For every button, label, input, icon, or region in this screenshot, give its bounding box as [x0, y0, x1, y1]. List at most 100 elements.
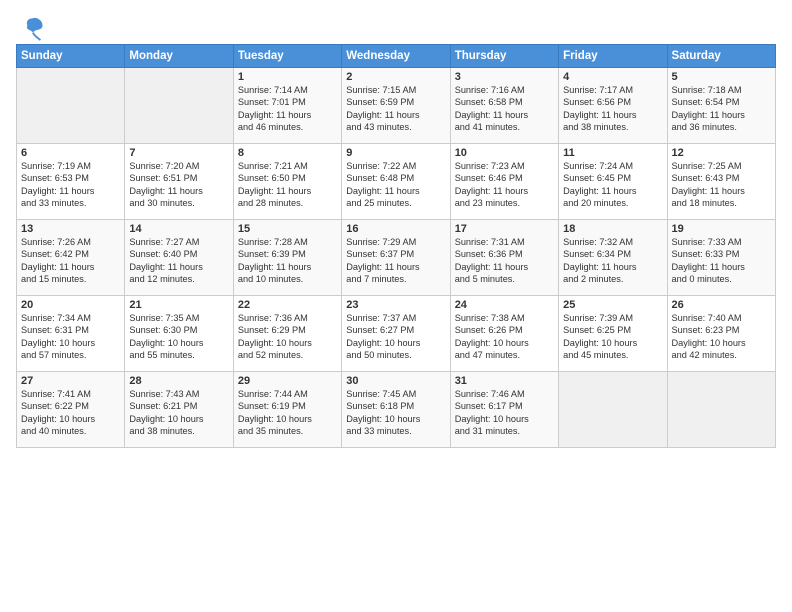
cell-content: Sunrise: 7:21 AM Sunset: 6:50 PM Dayligh… [238, 160, 337, 210]
calendar-cell: 5Sunrise: 7:18 AM Sunset: 6:54 PM Daylig… [667, 68, 775, 144]
cell-content: Sunrise: 7:32 AM Sunset: 6:34 PM Dayligh… [563, 236, 662, 286]
calendar-cell: 30Sunrise: 7:45 AM Sunset: 6:18 PM Dayli… [342, 372, 450, 448]
calendar-cell: 25Sunrise: 7:39 AM Sunset: 6:25 PM Dayli… [559, 296, 667, 372]
day-number: 31 [455, 375, 554, 387]
weekday-header-row: SundayMondayTuesdayWednesdayThursdayFrid… [17, 45, 776, 68]
cell-content: Sunrise: 7:46 AM Sunset: 6:17 PM Dayligh… [455, 388, 554, 438]
calendar-cell: 4Sunrise: 7:17 AM Sunset: 6:56 PM Daylig… [559, 68, 667, 144]
cell-content: Sunrise: 7:15 AM Sunset: 6:59 PM Dayligh… [346, 84, 445, 134]
calendar-cell: 10Sunrise: 7:23 AM Sunset: 6:46 PM Dayli… [450, 144, 558, 220]
day-number: 14 [129, 223, 228, 235]
cell-content: Sunrise: 7:26 AM Sunset: 6:42 PM Dayligh… [21, 236, 120, 286]
calendar-cell [667, 372, 775, 448]
day-number: 17 [455, 223, 554, 235]
cell-content: Sunrise: 7:45 AM Sunset: 6:18 PM Dayligh… [346, 388, 445, 438]
calendar-cell: 24Sunrise: 7:38 AM Sunset: 6:26 PM Dayli… [450, 296, 558, 372]
cell-content: Sunrise: 7:17 AM Sunset: 6:56 PM Dayligh… [563, 84, 662, 134]
week-row-2: 6Sunrise: 7:19 AM Sunset: 6:53 PM Daylig… [17, 144, 776, 220]
day-number: 23 [346, 299, 445, 311]
weekday-header-tuesday: Tuesday [233, 45, 341, 68]
cell-content: Sunrise: 7:34 AM Sunset: 6:31 PM Dayligh… [21, 312, 120, 362]
calendar-cell: 8Sunrise: 7:21 AM Sunset: 6:50 PM Daylig… [233, 144, 341, 220]
weekday-header-wednesday: Wednesday [342, 45, 450, 68]
calendar-cell: 3Sunrise: 7:16 AM Sunset: 6:58 PM Daylig… [450, 68, 558, 144]
cell-content: Sunrise: 7:28 AM Sunset: 6:39 PM Dayligh… [238, 236, 337, 286]
day-number: 12 [672, 147, 771, 159]
calendar-cell: 26Sunrise: 7:40 AM Sunset: 6:23 PM Dayli… [667, 296, 775, 372]
calendar-cell: 20Sunrise: 7:34 AM Sunset: 6:31 PM Dayli… [17, 296, 125, 372]
cell-content: Sunrise: 7:40 AM Sunset: 6:23 PM Dayligh… [672, 312, 771, 362]
day-number: 18 [563, 223, 662, 235]
calendar-cell: 2Sunrise: 7:15 AM Sunset: 6:59 PM Daylig… [342, 68, 450, 144]
cell-content: Sunrise: 7:31 AM Sunset: 6:36 PM Dayligh… [455, 236, 554, 286]
cell-content: Sunrise: 7:44 AM Sunset: 6:19 PM Dayligh… [238, 388, 337, 438]
week-row-3: 13Sunrise: 7:26 AM Sunset: 6:42 PM Dayli… [17, 220, 776, 296]
cell-content: Sunrise: 7:18 AM Sunset: 6:54 PM Dayligh… [672, 84, 771, 134]
day-number: 1 [238, 71, 337, 83]
week-row-1: 1Sunrise: 7:14 AM Sunset: 7:01 PM Daylig… [17, 68, 776, 144]
calendar-cell: 11Sunrise: 7:24 AM Sunset: 6:45 PM Dayli… [559, 144, 667, 220]
calendar-cell: 16Sunrise: 7:29 AM Sunset: 6:37 PM Dayli… [342, 220, 450, 296]
cell-content: Sunrise: 7:24 AM Sunset: 6:45 PM Dayligh… [563, 160, 662, 210]
day-number: 24 [455, 299, 554, 311]
cell-content: Sunrise: 7:16 AM Sunset: 6:58 PM Dayligh… [455, 84, 554, 134]
day-number: 4 [563, 71, 662, 83]
day-number: 16 [346, 223, 445, 235]
day-number: 6 [21, 147, 120, 159]
calendar-cell: 6Sunrise: 7:19 AM Sunset: 6:53 PM Daylig… [17, 144, 125, 220]
cell-content: Sunrise: 7:20 AM Sunset: 6:51 PM Dayligh… [129, 160, 228, 210]
cell-content: Sunrise: 7:14 AM Sunset: 7:01 PM Dayligh… [238, 84, 337, 134]
day-number: 10 [455, 147, 554, 159]
day-number: 28 [129, 375, 228, 387]
calendar-cell: 7Sunrise: 7:20 AM Sunset: 6:51 PM Daylig… [125, 144, 233, 220]
cell-content: Sunrise: 7:27 AM Sunset: 6:40 PM Dayligh… [129, 236, 228, 286]
calendar-cell [17, 68, 125, 144]
calendar-cell: 17Sunrise: 7:31 AM Sunset: 6:36 PM Dayli… [450, 220, 558, 296]
day-number: 22 [238, 299, 337, 311]
calendar-cell: 18Sunrise: 7:32 AM Sunset: 6:34 PM Dayli… [559, 220, 667, 296]
calendar-cell [125, 68, 233, 144]
day-number: 2 [346, 71, 445, 83]
day-number: 20 [21, 299, 120, 311]
day-number: 7 [129, 147, 228, 159]
calendar-cell: 28Sunrise: 7:43 AM Sunset: 6:21 PM Dayli… [125, 372, 233, 448]
calendar-cell: 19Sunrise: 7:33 AM Sunset: 6:33 PM Dayli… [667, 220, 775, 296]
calendar-cell: 12Sunrise: 7:25 AM Sunset: 6:43 PM Dayli… [667, 144, 775, 220]
cell-content: Sunrise: 7:43 AM Sunset: 6:21 PM Dayligh… [129, 388, 228, 438]
cell-content: Sunrise: 7:39 AM Sunset: 6:25 PM Dayligh… [563, 312, 662, 362]
cell-content: Sunrise: 7:37 AM Sunset: 6:27 PM Dayligh… [346, 312, 445, 362]
day-number: 9 [346, 147, 445, 159]
calendar-cell: 22Sunrise: 7:36 AM Sunset: 6:29 PM Dayli… [233, 296, 341, 372]
calendar-cell: 9Sunrise: 7:22 AM Sunset: 6:48 PM Daylig… [342, 144, 450, 220]
cell-content: Sunrise: 7:19 AM Sunset: 6:53 PM Dayligh… [21, 160, 120, 210]
logo-bird-icon [18, 14, 46, 42]
day-number: 27 [21, 375, 120, 387]
calendar-cell [559, 372, 667, 448]
cell-content: Sunrise: 7:22 AM Sunset: 6:48 PM Dayligh… [346, 160, 445, 210]
day-number: 21 [129, 299, 228, 311]
calendar-cell: 23Sunrise: 7:37 AM Sunset: 6:27 PM Dayli… [342, 296, 450, 372]
day-number: 8 [238, 147, 337, 159]
calendar-cell: 1Sunrise: 7:14 AM Sunset: 7:01 PM Daylig… [233, 68, 341, 144]
day-number: 19 [672, 223, 771, 235]
weekday-header-friday: Friday [559, 45, 667, 68]
cell-content: Sunrise: 7:36 AM Sunset: 6:29 PM Dayligh… [238, 312, 337, 362]
cell-content: Sunrise: 7:35 AM Sunset: 6:30 PM Dayligh… [129, 312, 228, 362]
cell-content: Sunrise: 7:33 AM Sunset: 6:33 PM Dayligh… [672, 236, 771, 286]
week-row-4: 20Sunrise: 7:34 AM Sunset: 6:31 PM Dayli… [17, 296, 776, 372]
logo [16, 16, 46, 38]
weekday-header-thursday: Thursday [450, 45, 558, 68]
page-container: SundayMondayTuesdayWednesdayThursdayFrid… [0, 0, 792, 456]
weekday-header-saturday: Saturday [667, 45, 775, 68]
day-number: 11 [563, 147, 662, 159]
cell-content: Sunrise: 7:23 AM Sunset: 6:46 PM Dayligh… [455, 160, 554, 210]
week-row-5: 27Sunrise: 7:41 AM Sunset: 6:22 PM Dayli… [17, 372, 776, 448]
day-number: 3 [455, 71, 554, 83]
day-number: 30 [346, 375, 445, 387]
day-number: 25 [563, 299, 662, 311]
day-number: 15 [238, 223, 337, 235]
calendar-cell: 14Sunrise: 7:27 AM Sunset: 6:40 PM Dayli… [125, 220, 233, 296]
calendar-cell: 31Sunrise: 7:46 AM Sunset: 6:17 PM Dayli… [450, 372, 558, 448]
weekday-header-monday: Monday [125, 45, 233, 68]
cell-content: Sunrise: 7:25 AM Sunset: 6:43 PM Dayligh… [672, 160, 771, 210]
